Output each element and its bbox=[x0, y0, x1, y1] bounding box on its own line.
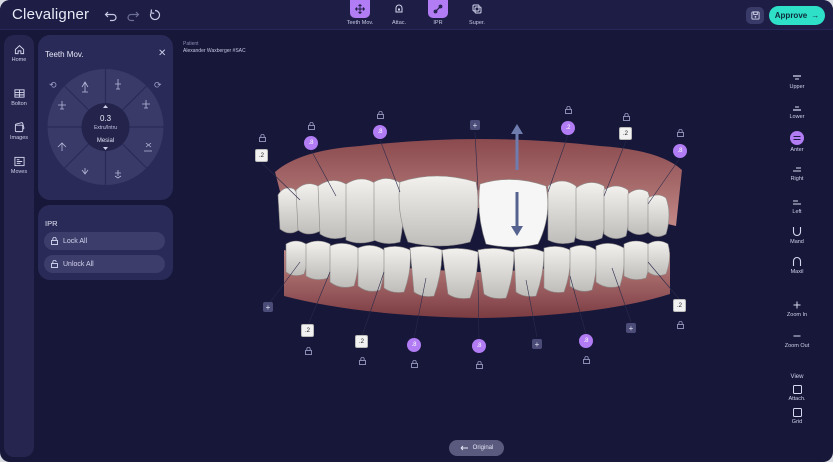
ipr-label-lower-2[interactable]: .2 bbox=[301, 324, 314, 337]
zoom-in-icon bbox=[793, 301, 801, 309]
ipr-add-lower-6[interactable]: + bbox=[532, 339, 542, 349]
lock-icon[interactable] bbox=[623, 113, 630, 121]
view-title: View bbox=[790, 374, 804, 380]
ipr-label-lower-7[interactable]: .8 bbox=[579, 334, 593, 348]
lock-icon[interactable] bbox=[565, 106, 572, 114]
view-lower-button[interactable]: Lower bbox=[778, 104, 816, 120]
lock-icon[interactable] bbox=[359, 357, 366, 365]
attach-toggle[interactable]: Attach. bbox=[778, 385, 816, 402]
ipr-add-lower-8[interactable]: + bbox=[626, 323, 636, 333]
ipr-label-lower-5[interactable]: .8 bbox=[472, 339, 486, 353]
ipr-label-upper-6[interactable]: .2 bbox=[619, 127, 632, 140]
lock-icon[interactable] bbox=[476, 361, 483, 369]
lock-icon[interactable] bbox=[377, 111, 384, 119]
view-upper-button[interactable]: Upper bbox=[778, 74, 816, 90]
ipr-label-upper-1[interactable]: .2 bbox=[255, 149, 268, 162]
right-icon bbox=[793, 167, 801, 172]
lock-icon[interactable] bbox=[305, 347, 312, 355]
view-left-button[interactable]: Left bbox=[778, 199, 816, 215]
view-mandible-button[interactable]: Mand bbox=[778, 226, 816, 245]
ipr-label-upper-3[interactable]: .8 bbox=[373, 125, 387, 139]
lock-icon[interactable] bbox=[677, 129, 684, 137]
view-right-button[interactable]: Right bbox=[778, 166, 816, 182]
ipr-label-upper-7[interactable]: .8 bbox=[673, 144, 687, 158]
ipr-label-lower-9[interactable]: .2 bbox=[673, 299, 686, 312]
checkbox-icon bbox=[792, 408, 802, 417]
ipr-label-lower-3[interactable]: .2 bbox=[355, 335, 368, 348]
app-window: Clevaligner Teeth Mov. Attac. IPR Super.… bbox=[0, 0, 833, 462]
lock-icon[interactable] bbox=[677, 321, 684, 329]
upper-icon bbox=[793, 75, 801, 80]
ipr-add-lower-1[interactable]: + bbox=[263, 302, 273, 312]
ipr-label-upper-2[interactable]: .8 bbox=[304, 136, 318, 150]
view-maxilla-button[interactable]: Maxil bbox=[778, 256, 816, 275]
checkbox-icon bbox=[792, 385, 802, 394]
ipr-label-lower-4[interactable]: .8 bbox=[407, 338, 421, 352]
compare-icon bbox=[460, 445, 468, 451]
left-icon bbox=[793, 200, 801, 205]
maxilla-icon bbox=[792, 256, 802, 266]
zoom-out-icon bbox=[793, 335, 801, 337]
lock-icon[interactable] bbox=[308, 122, 315, 130]
dental-3d-view[interactable] bbox=[0, 0, 833, 462]
ipr-label-upper-5[interactable]: .2 bbox=[561, 121, 575, 135]
view-section: View bbox=[778, 372, 816, 380]
view-anterior-button[interactable]: Anter bbox=[778, 131, 816, 153]
lock-icon[interactable] bbox=[411, 360, 418, 368]
zoom-out-button[interactable]: Zoom Out bbox=[778, 331, 816, 349]
mandible-icon bbox=[792, 227, 802, 237]
lock-icon[interactable] bbox=[583, 356, 590, 364]
lower-icon bbox=[793, 106, 801, 111]
ipr-add-upper-4[interactable]: + bbox=[470, 120, 480, 130]
original-button[interactable]: Original bbox=[449, 440, 504, 456]
zoom-in-button[interactable]: Zoom In bbox=[778, 300, 816, 318]
grid-toggle[interactable]: Grid bbox=[778, 408, 816, 425]
lock-icon[interactable] bbox=[259, 134, 266, 142]
anterior-icon bbox=[790, 131, 804, 145]
